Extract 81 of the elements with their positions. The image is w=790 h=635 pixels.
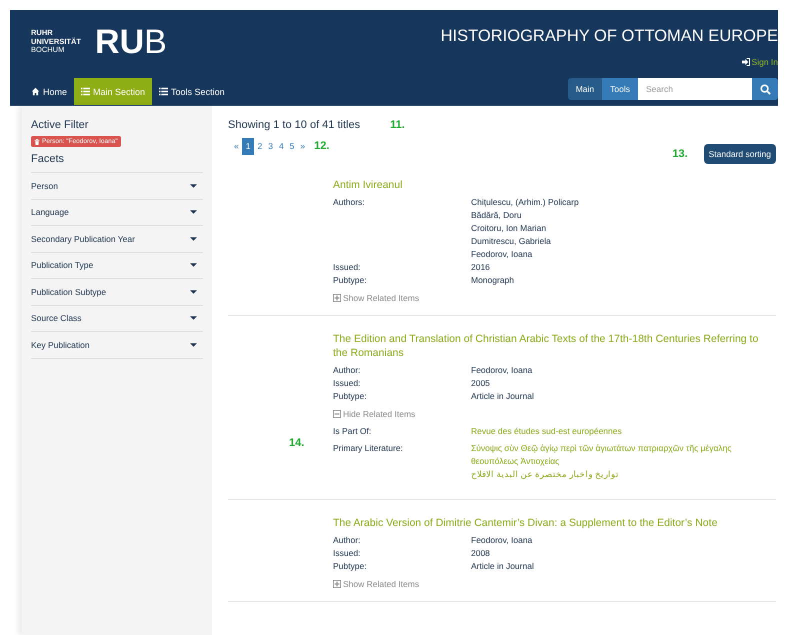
site-title: HISTORIOGRAPHY OF OTTOMAN EUROPE: [440, 26, 778, 46]
university-logo: RUB: [95, 25, 167, 59]
related-items-toggle[interactable]: Show Related Items: [333, 579, 420, 589]
related-link[interactable]: Σύνοψις σὺν Θεῷ ἁγίῳ περὶ τῶν ἁγιωτάτων πατριαρχῶν τῆς μέγαλης θεουπόλεως Ἀντιοχείας: [471, 442, 776, 468]
page-link[interactable]: «: [231, 138, 242, 154]
facet-item[interactable]: Source Class: [31, 306, 203, 332]
plus-square-icon: [333, 580, 341, 588]
record-title-link[interactable]: Antim Ivireanul: [333, 178, 776, 192]
annotation-number: 13.: [672, 148, 688, 160]
facet-item[interactable]: Secondary Publication Year: [31, 226, 203, 252]
sign-in-icon: [742, 58, 750, 66]
field-value: Feodorov, Ioana: [471, 364, 534, 377]
related-items-toggle[interactable]: Hide Related Items: [333, 409, 416, 419]
field-label: Authors:: [333, 196, 366, 209]
home-icon: [31, 87, 40, 96]
nav-tab[interactable]: Home: [24, 78, 74, 105]
results-summary: Showing 1 to 10 of 41 titles: [228, 119, 360, 131]
trash-icon: [34, 138, 40, 144]
list-icon: [81, 87, 90, 96]
plus-square-icon: [333, 294, 341, 302]
caret-icon: [190, 263, 197, 268]
sign-in-link[interactable]: Sign In: [742, 57, 778, 67]
sidebar-heading: Facets: [31, 152, 66, 166]
record-title-link[interactable]: The Edition and Translation of Christian Arabic Texts of the 17th-18th Centuries Referring to the Romanians: [333, 332, 776, 360]
field-label: Issued:: [333, 377, 362, 390]
caret-icon: [190, 184, 197, 188]
page-link[interactable]: 3: [265, 138, 276, 154]
sidebar-heading: Active Filter: [31, 118, 90, 132]
caret-icon: [190, 342, 197, 347]
page-link[interactable]: 4: [276, 138, 287, 154]
caret-icon: [190, 236, 197, 241]
caret-icon: [190, 210, 197, 214]
field-label: Pubtype:: [333, 560, 368, 573]
sort-button[interactable]: Standard sorting: [704, 144, 776, 164]
facet-item[interactable]: Language: [31, 200, 203, 226]
facet-item[interactable]: Key Publication: [31, 332, 203, 358]
page-link[interactable]: 5: [286, 138, 298, 154]
field-value: 2005: [471, 377, 491, 390]
field-value: 2008: [471, 547, 491, 560]
related-link[interactable]: تواريخ واخبار مختصرة عن البدية الافلاح: [471, 468, 776, 481]
field-label: Pubtype:: [333, 390, 368, 403]
search-icon: [760, 84, 770, 94]
field-label: Issued:: [333, 261, 362, 274]
caret-icon: [190, 290, 197, 294]
field-value: Croitoru, Ion Marian: [471, 222, 548, 235]
field-value: 2016: [471, 261, 491, 274]
field-value: Feodorov, Ioana: [471, 534, 534, 547]
field-value: Article in Journal: [471, 560, 535, 573]
field-label: Author:: [333, 534, 362, 547]
field-value: Feodorov, Ioana: [471, 248, 534, 261]
field-value: Article in Journal: [471, 390, 535, 403]
facet-item[interactable]: Publication Subtype: [31, 279, 203, 306]
facet-item[interactable]: Person: [31, 173, 203, 200]
field-value: Dumitrescu, Gabriela: [471, 235, 552, 248]
facet-item[interactable]: Publication Type: [31, 252, 203, 279]
field-value: Monograph: [471, 274, 516, 287]
annotation-number: 12.: [314, 140, 330, 152]
minus-square-icon: [333, 410, 341, 418]
record-title-link[interactable]: The Arabic Version of Dimitrie Cantemir’s Divan: a Supplement to the Editor’s Note: [333, 516, 776, 530]
field-value: Chițulescu, (Arhim.) Policarp: [471, 196, 580, 209]
annotation-number: 14.: [289, 437, 304, 449]
related-items-toggle[interactable]: Show Related Items: [333, 293, 420, 303]
page-link[interactable]: 2: [254, 138, 266, 154]
field-label: Primary Literature:: [333, 442, 404, 455]
scope-button[interactable]: Tools: [602, 78, 638, 100]
field-value: Bădără, Doru: [471, 209, 523, 222]
caret-icon: [190, 316, 197, 320]
page-link[interactable]: »: [297, 138, 308, 154]
field-label: Is Part Of:: [333, 425, 372, 438]
annotation-number: 11.: [390, 119, 405, 131]
list-icon: [159, 87, 168, 96]
field-label: Pubtype:: [333, 274, 368, 287]
search-field[interactable]: Search: [638, 78, 752, 100]
nav-tab[interactable]: Main Section: [74, 78, 152, 105]
search-button[interactable]: [752, 78, 778, 100]
field-label: Author:: [333, 364, 362, 377]
field-label: Issued:: [333, 547, 362, 560]
related-link[interactable]: Revue des études sud-est européennes: [471, 425, 776, 438]
scope-button[interactable]: Main: [568, 78, 602, 100]
page-link[interactable]: 1: [242, 138, 254, 154]
nav-tab[interactable]: Tools Section: [152, 78, 232, 105]
